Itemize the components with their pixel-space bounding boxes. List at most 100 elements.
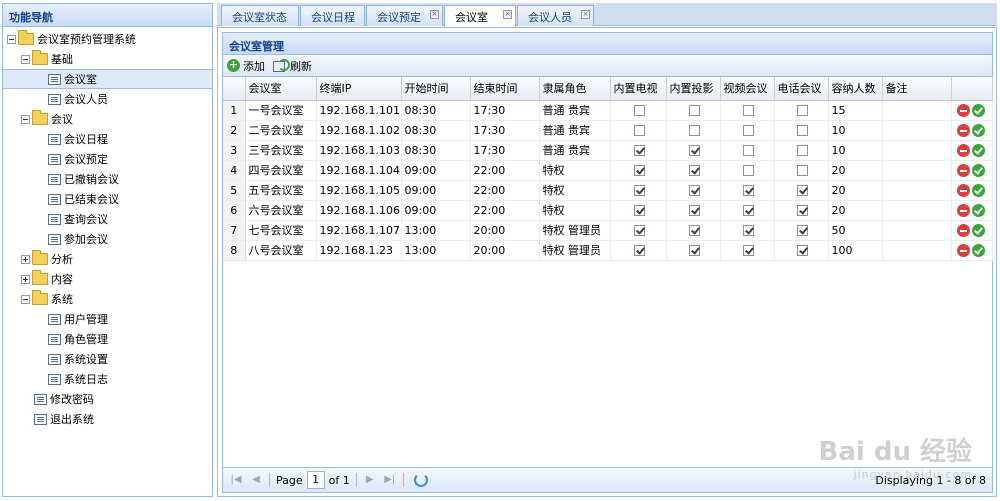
check-icon[interactable] xyxy=(971,243,985,257)
check-icon[interactable] xyxy=(971,223,985,237)
checkbox-proj[interactable] xyxy=(689,244,700,256)
column-header[interactable]: 电话会议 xyxy=(774,77,829,101)
close-icon[interactable]: × xyxy=(581,10,590,19)
tab[interactable]: 会议预定 × xyxy=(366,5,443,26)
checkbox-video[interactable] xyxy=(743,204,754,216)
checkbox-proj[interactable] xyxy=(689,224,700,236)
tree-item[interactable]: 系统设置 xyxy=(3,349,212,369)
checkbox-phone[interactable] xyxy=(797,184,808,196)
delete-icon[interactable] xyxy=(956,183,970,197)
table-row[interactable]: 5 五号会议室 192.168.1.105 09:00 22:00 特权 20 xyxy=(223,180,993,201)
table-row[interactable]: 3 三号会议室 192.168.1.103 08:30 17:30 普通 贵宾 10 xyxy=(223,140,993,161)
tree-item[interactable]: 分析 xyxy=(3,249,212,269)
check-icon[interactable] xyxy=(971,143,985,157)
checkbox-proj[interactable] xyxy=(689,204,700,216)
column-header[interactable]: 开始时间 xyxy=(401,77,471,101)
tree-item[interactable]: 会议 xyxy=(3,109,212,129)
table-row[interactable]: 4 四号会议室 192.168.1.104 09:00 22:00 特权 20 xyxy=(223,160,993,181)
checkbox-tv[interactable] xyxy=(634,204,645,216)
tree-item[interactable]: 内容 xyxy=(3,269,212,289)
tree-item[interactable]: 修改密码 xyxy=(3,389,212,409)
tree-item[interactable]: 查询会议 xyxy=(3,209,212,229)
column-header[interactable]: 内置投影 xyxy=(666,77,721,101)
check-icon[interactable] xyxy=(971,103,985,117)
tree-item[interactable]: 参加会议 xyxy=(3,229,212,249)
column-header[interactable]: 视频会议 xyxy=(720,77,775,101)
checkbox-proj[interactable] xyxy=(689,104,700,116)
checkbox-phone[interactable] xyxy=(797,104,808,116)
delete-icon[interactable] xyxy=(956,203,970,217)
checkbox-phone[interactable] xyxy=(797,144,808,156)
tree-item[interactable]: 基础 xyxy=(3,49,212,69)
checkbox-tv[interactable] xyxy=(634,244,645,256)
delete-icon[interactable] xyxy=(956,103,970,117)
pager-refresh-icon[interactable] xyxy=(413,473,428,487)
next-page-icon[interactable]: ▶ xyxy=(363,473,377,487)
column-header[interactable]: 隶属角色 xyxy=(539,77,611,101)
checkbox-tv[interactable] xyxy=(634,184,645,196)
close-icon[interactable]: × xyxy=(503,10,512,19)
collapse-icon[interactable] xyxy=(21,114,30,124)
checkbox-video[interactable] xyxy=(743,164,754,176)
checkbox-video[interactable] xyxy=(743,124,754,136)
tree-item[interactable]: 会议室预约管理系统 xyxy=(3,29,212,49)
expand-icon[interactable] xyxy=(21,274,30,284)
checkbox-proj[interactable] xyxy=(689,164,700,176)
column-header[interactable]: 容纳人数 xyxy=(828,77,883,101)
collapse-icon[interactable] xyxy=(21,294,30,304)
checkbox-phone[interactable] xyxy=(797,244,808,256)
checkbox-proj[interactable] xyxy=(689,184,700,196)
tree-item[interactable]: 系统日志 xyxy=(3,369,212,389)
tree-item[interactable]: 已结束会议 xyxy=(3,189,212,209)
checkbox-phone[interactable] xyxy=(797,164,808,176)
tree-item[interactable]: 会议预定 xyxy=(3,149,212,169)
tree-item[interactable]: 会议人员 xyxy=(3,89,212,109)
checkbox-tv[interactable] xyxy=(634,224,645,236)
add-button[interactable]: + 添加 xyxy=(227,58,265,74)
check-icon[interactable] xyxy=(971,183,985,197)
checkbox-video[interactable] xyxy=(743,244,754,256)
tab[interactable]: 会议人员 × xyxy=(517,5,594,26)
column-header[interactable]: 会议室 xyxy=(245,77,317,101)
tree-item[interactable]: 会议室 xyxy=(3,69,212,89)
checkbox-proj[interactable] xyxy=(689,144,700,156)
tab[interactable]: 会议室 × xyxy=(444,5,516,27)
last-page-icon[interactable]: ▶| xyxy=(383,473,397,487)
tree-item[interactable]: 系统 xyxy=(3,289,212,309)
delete-icon[interactable] xyxy=(956,223,970,237)
close-icon[interactable]: × xyxy=(430,10,439,19)
checkbox-video[interactable] xyxy=(743,184,754,196)
delete-icon[interactable] xyxy=(956,243,970,257)
tree-item[interactable]: 会议日程 xyxy=(3,129,212,149)
delete-icon[interactable] xyxy=(956,143,970,157)
tree-item[interactable]: 用户管理 xyxy=(3,309,212,329)
checkbox-video[interactable] xyxy=(743,104,754,116)
checkbox-video[interactable] xyxy=(743,224,754,236)
checkbox-video[interactable] xyxy=(743,144,754,156)
table-row[interactable]: 1 一号会议室 192.168.1.101 08:30 17:30 普通 贵宾 15 xyxy=(223,100,993,121)
checkbox-tv[interactable] xyxy=(634,164,645,176)
page-number-input[interactable]: 1 xyxy=(306,471,325,489)
check-icon[interactable] xyxy=(971,123,985,137)
checkbox-tv[interactable] xyxy=(634,104,645,116)
checkbox-proj[interactable] xyxy=(689,124,700,136)
table-row[interactable]: 8 八号会议室 192.168.1.23 13:00 20:00 特权 管理员 100 xyxy=(223,240,993,261)
column-header[interactable]: 备注 xyxy=(882,77,952,101)
refresh-button[interactable]: 刷新 xyxy=(273,58,312,74)
prev-page-icon[interactable]: ◀ xyxy=(249,473,263,487)
first-page-icon[interactable]: |◀ xyxy=(229,473,243,487)
column-header[interactable]: 结束时间 xyxy=(470,77,540,101)
tab[interactable]: 会议日程 xyxy=(300,5,365,26)
checkbox-phone[interactable] xyxy=(797,204,808,216)
check-icon[interactable] xyxy=(971,163,985,177)
table-row[interactable]: 6 六号会议室 192.168.1.106 09:00 22:00 特权 20 xyxy=(223,200,993,221)
column-header[interactable]: 终端IP xyxy=(316,77,402,101)
checkbox-tv[interactable] xyxy=(634,124,645,136)
check-icon[interactable] xyxy=(971,203,985,217)
delete-icon[interactable] xyxy=(956,163,970,177)
expand-icon[interactable] xyxy=(21,254,30,264)
tree-item[interactable]: 退出系统 xyxy=(3,409,212,429)
table-row[interactable]: 2 二号会议室 192.168.1.102 08:30 17:30 普通 贵宾 10 xyxy=(223,120,993,141)
tab[interactable]: 会议室状态 xyxy=(221,5,299,26)
collapse-icon[interactable] xyxy=(21,54,30,64)
